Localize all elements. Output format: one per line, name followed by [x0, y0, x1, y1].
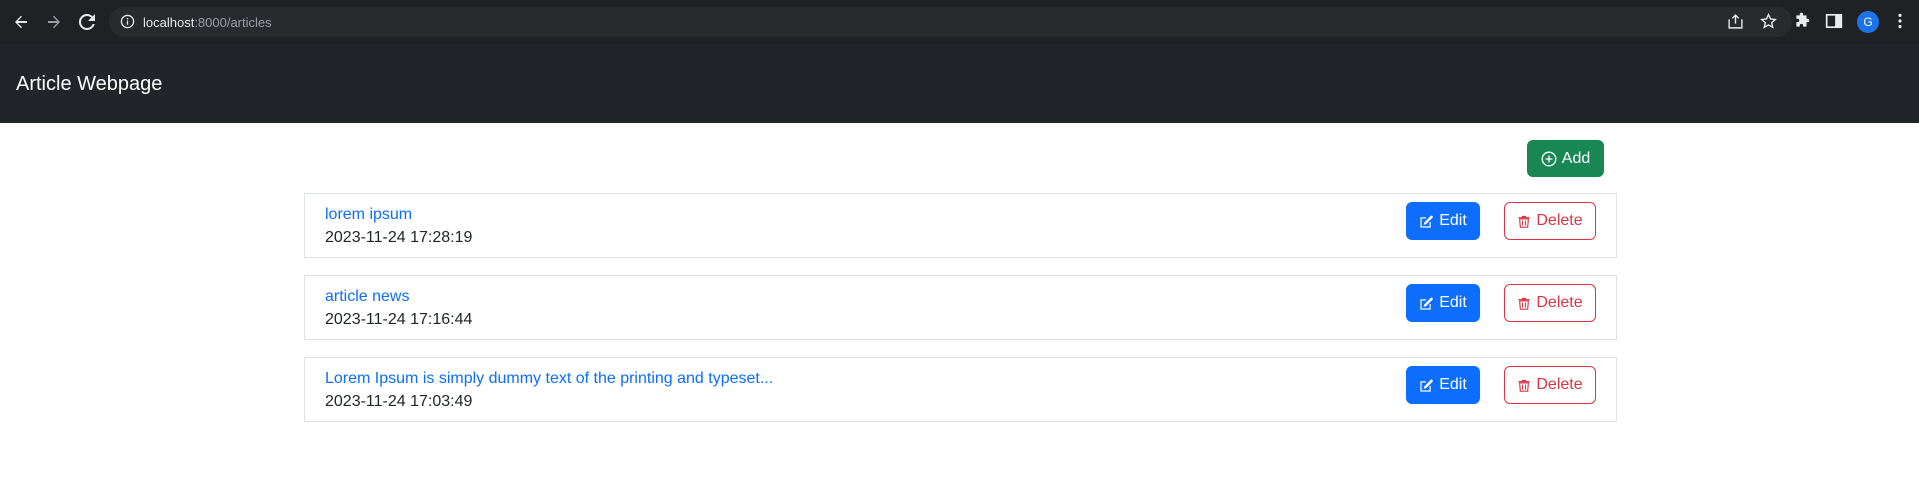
trash-icon: [1518, 215, 1531, 228]
back-button[interactable]: [9, 10, 33, 34]
address-bar[interactable]: localhost:8000/articles: [109, 7, 1792, 37]
navbar-brand[interactable]: Article Webpage: [16, 73, 162, 96]
article-date: 2023-11-24 17:16:44: [325, 311, 473, 328]
url-text[interactable]: localhost:8000/articles: [143, 15, 272, 30]
delete-button-label: Delete: [1536, 212, 1583, 229]
delete-button-label: Delete: [1536, 294, 1583, 311]
edit-button-label: Edit: [1439, 294, 1467, 311]
delete-button[interactable]: Delete: [1504, 202, 1596, 240]
url-host: localhost: [143, 15, 195, 30]
browser-toolbar: localhost:8000/articles G: [0, 0, 1919, 44]
profile-avatar[interactable]: G: [1857, 11, 1879, 33]
share-icon[interactable]: [1727, 13, 1744, 30]
arrow-right-icon: [48, 15, 60, 29]
reload-icon: [79, 14, 95, 30]
article-item: lorem ipsum 2023-11-24 17:28:19 Edit Del…: [304, 193, 1617, 258]
article-list: lorem ipsum 2023-11-24 17:28:19 Edit Del…: [304, 193, 1617, 439]
url-path: :8000/articles: [194, 15, 272, 30]
edit-button-label: Edit: [1439, 212, 1467, 229]
article-date: 2023-11-24 17:28:19: [325, 229, 473, 246]
article-title-link[interactable]: lorem ipsum: [325, 206, 412, 224]
edit-button[interactable]: Edit: [1406, 202, 1480, 240]
star-icon[interactable]: [1760, 13, 1777, 30]
side-panel-icon[interactable]: [1825, 12, 1843, 30]
trash-icon: [1518, 297, 1531, 310]
article-item: article news 2023-11-24 17:16:44 Edit De…: [304, 275, 1617, 340]
pencil-square-icon: [1420, 214, 1434, 228]
reload-button[interactable]: [75, 10, 99, 34]
trash-icon: [1518, 379, 1531, 392]
pencil-square-icon: [1420, 296, 1434, 310]
article-item: Lorem Ipsum is simply dummy text of the …: [304, 357, 1617, 422]
article-date: 2023-11-24 17:03:49: [325, 393, 473, 410]
delete-button[interactable]: Delete: [1504, 284, 1596, 322]
add-button-label: Add: [1561, 149, 1591, 167]
kebab-menu-icon[interactable]: [1891, 12, 1909, 30]
add-article-button[interactable]: Add: [1527, 140, 1604, 177]
article-title-link[interactable]: article news: [325, 288, 409, 306]
delete-button-label: Delete: [1536, 376, 1583, 393]
forward-button[interactable]: [42, 10, 66, 34]
edit-button-label: Edit: [1439, 376, 1467, 393]
puzzle-icon[interactable]: [1793, 12, 1811, 30]
pencil-square-icon: [1420, 378, 1434, 392]
plus-circle-icon: [1541, 151, 1557, 166]
navbar: Article Webpage: [0, 44, 1919, 123]
edit-button[interactable]: Edit: [1406, 366, 1480, 404]
arrow-left-icon: [15, 15, 27, 29]
edit-button[interactable]: Edit: [1406, 284, 1480, 322]
info-icon[interactable]: [120, 14, 135, 29]
delete-button[interactable]: Delete: [1504, 366, 1596, 404]
article-title-link[interactable]: Lorem Ipsum is simply dummy text of the …: [325, 370, 773, 388]
